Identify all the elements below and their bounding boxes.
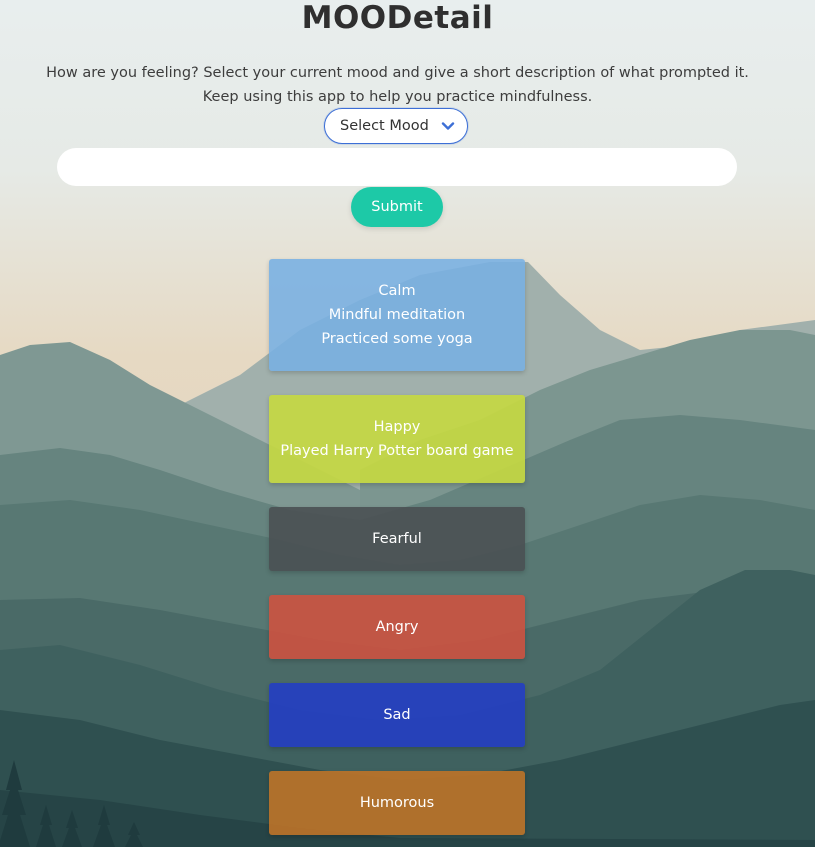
- mood-card-sad: Sad: [269, 683, 525, 747]
- submit-button[interactable]: Submit: [351, 187, 443, 227]
- mood-card-title: Humorous: [359, 795, 435, 811]
- mood-card-humorous: Humorous: [269, 771, 525, 835]
- mood-card-calm: Calm Mindful meditation Practiced some y…: [269, 259, 525, 371]
- mood-card-note: Practiced some yoga: [321, 331, 473, 347]
- mood-card-note: Mindful meditation: [328, 307, 466, 323]
- mood-card-happy: Happy Played Harry Potter board game: [269, 395, 525, 483]
- mood-card-note: Played Harry Potter board game: [280, 443, 514, 459]
- intro-line-2: Keep using this app to help you practice…: [202, 89, 593, 105]
- mood-card-title: Happy: [373, 419, 421, 435]
- mood-card-title: Angry: [375, 619, 419, 635]
- chevron-down-icon: [441, 122, 455, 130]
- mood-card-title: Calm: [378, 283, 416, 299]
- page-content: MOODetail How are you feeling? Select yo…: [0, 0, 815, 847]
- mood-select-value: Select Mood: [340, 118, 429, 134]
- mood-card-title: Sad: [383, 707, 411, 723]
- page-title: MOODetail: [301, 0, 494, 36]
- mood-select[interactable]: Select Mood: [324, 108, 468, 144]
- mood-card-fearful: Fearful: [269, 507, 525, 571]
- intro-text: How are you feeling? Select your current…: [0, 61, 795, 109]
- intro-line-1: How are you feeling? Select your current…: [46, 65, 749, 81]
- mood-card-angry: Angry: [269, 595, 525, 659]
- mood-card-title: Fearful: [372, 531, 422, 547]
- mood-description-input[interactable]: [57, 148, 737, 186]
